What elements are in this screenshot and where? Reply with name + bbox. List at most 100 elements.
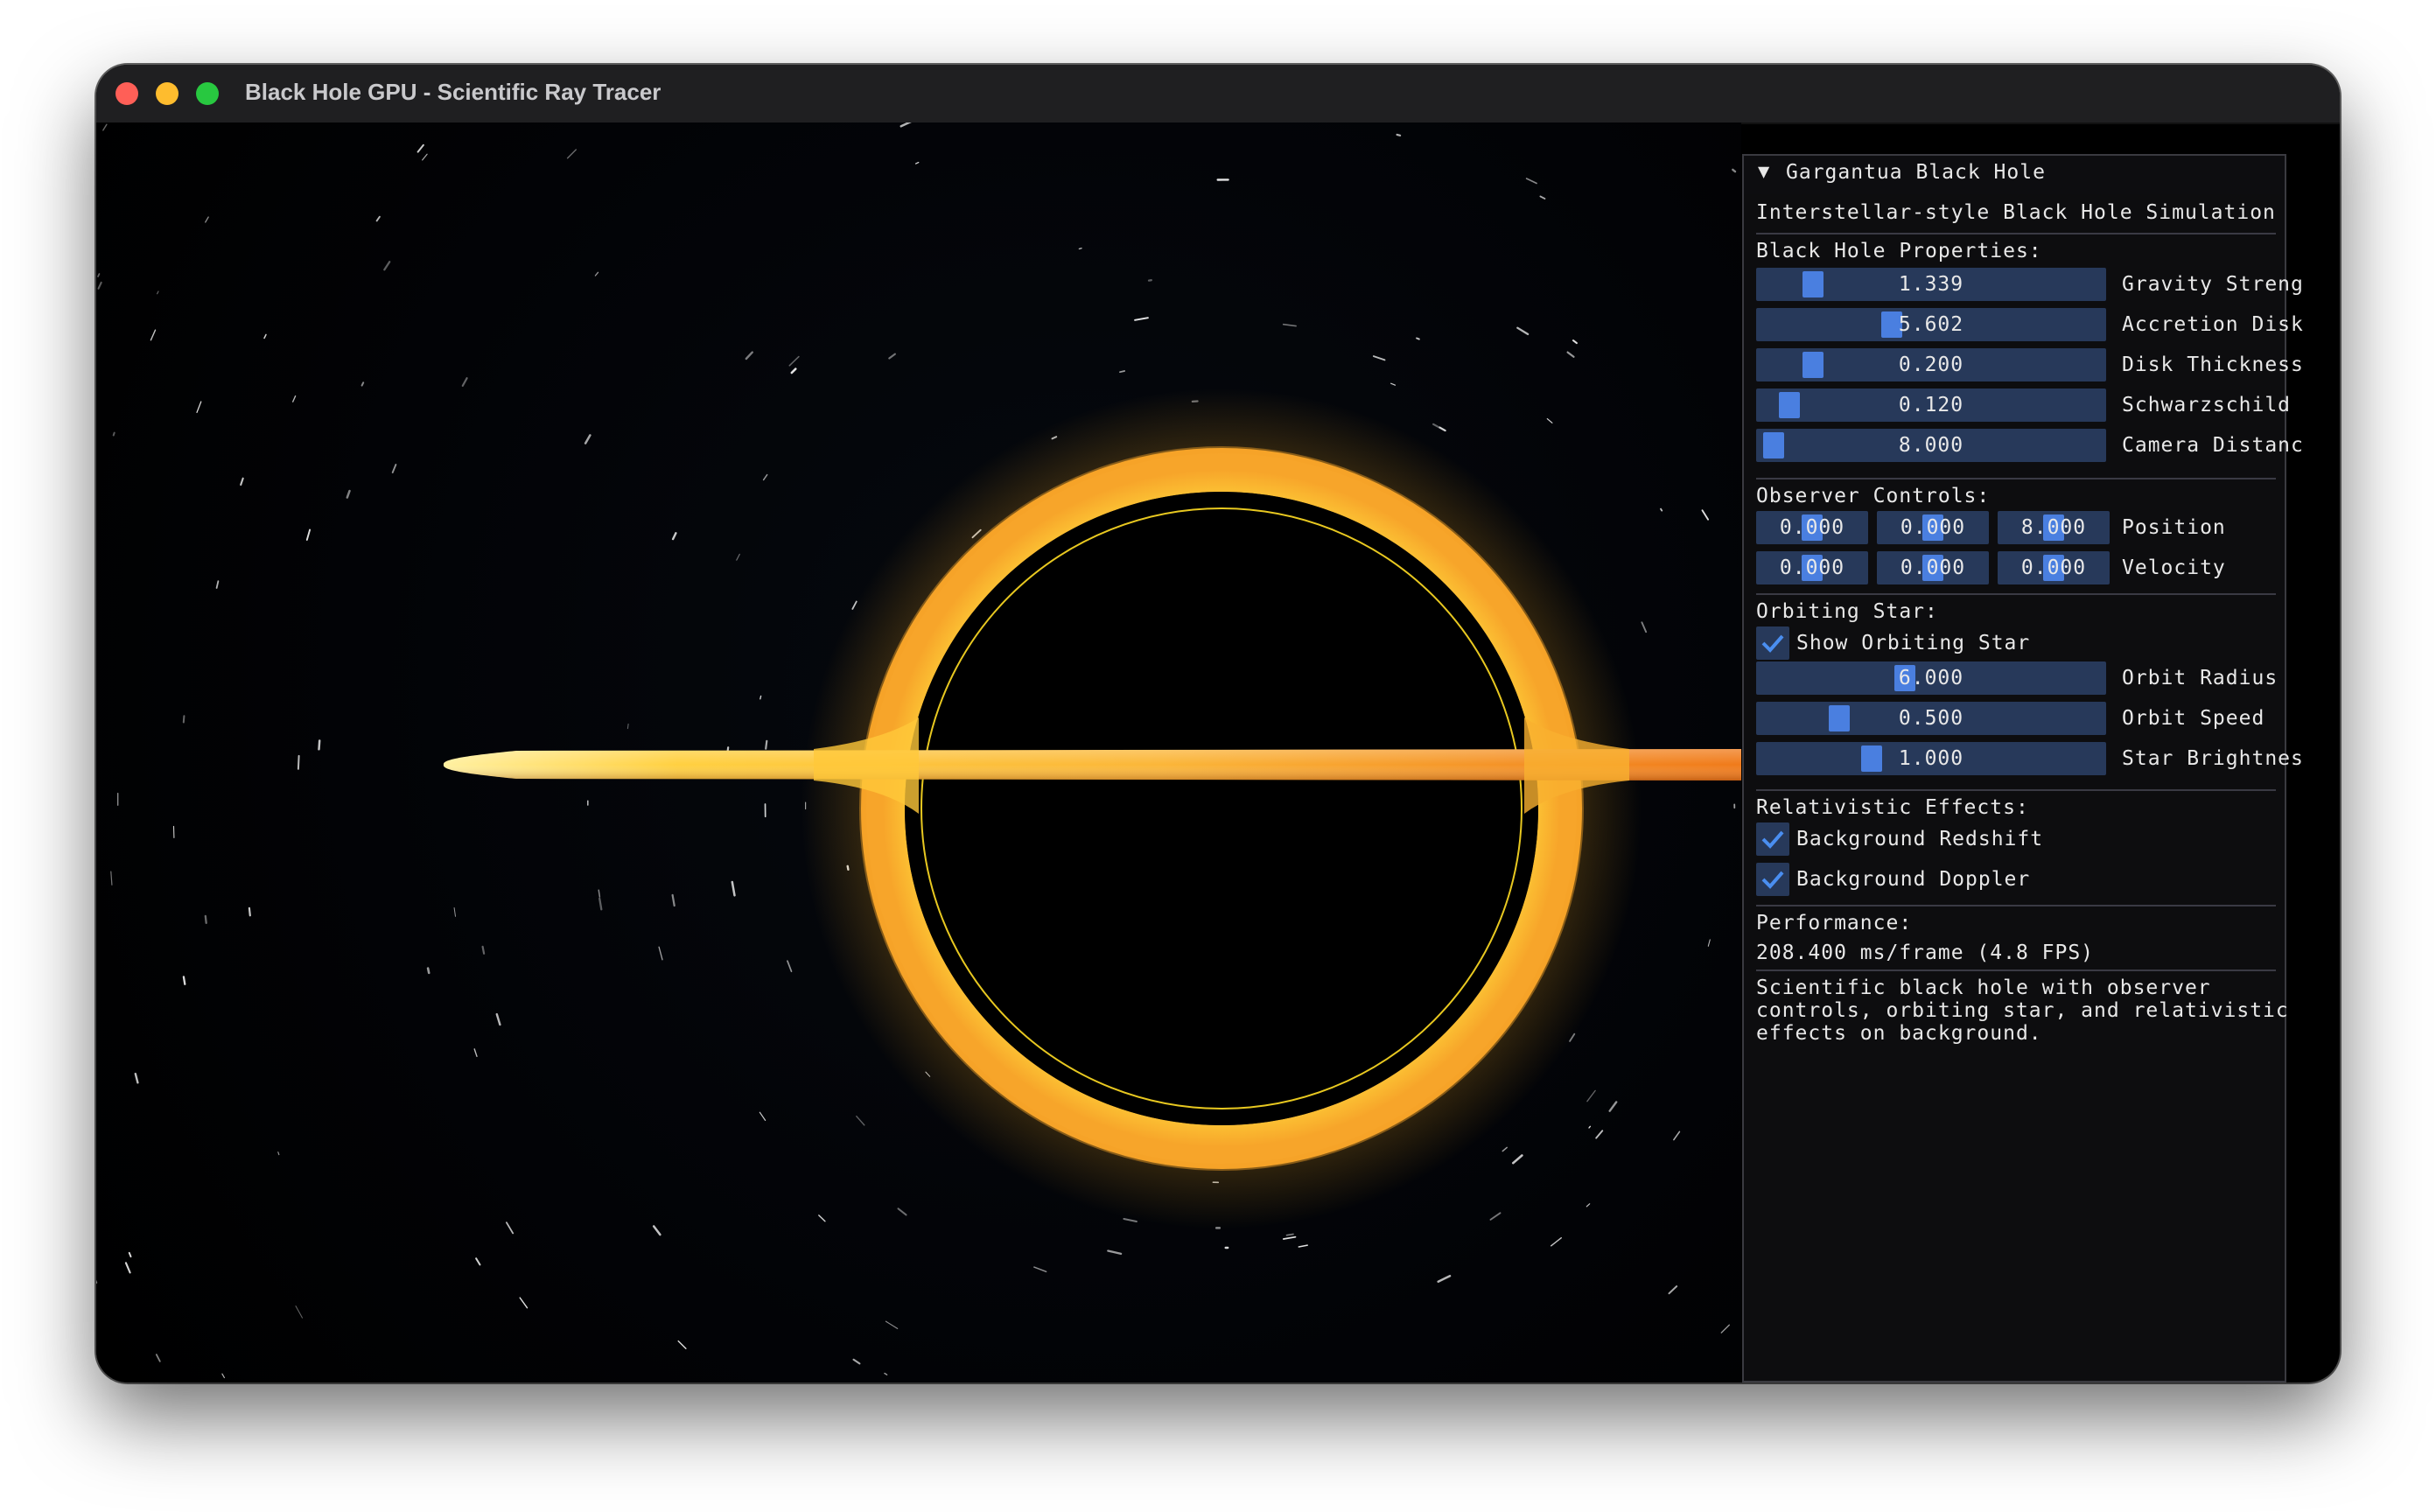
star — [422, 153, 428, 161]
property-2-slider[interactable]: 0.200 — [1756, 348, 2106, 382]
observer-row-label: Velocity — [2122, 556, 2226, 579]
star — [1372, 355, 1386, 361]
star — [1396, 133, 1402, 136]
star — [1546, 418, 1553, 424]
render-viewport[interactable] — [96, 122, 1741, 1382]
star — [128, 1251, 132, 1258]
slider-value: 1.339 — [1898, 273, 1964, 296]
observer-row-label: Position — [2122, 516, 2226, 539]
star — [416, 144, 424, 153]
slider-value: 6.000 — [1898, 667, 1964, 690]
observer-field[interactable]: 0.000 — [1998, 551, 2110, 584]
property-0-slider[interactable]: 1.339 — [1756, 268, 2106, 301]
star — [658, 946, 663, 961]
star — [375, 215, 381, 222]
observer-field[interactable]: 0.000 — [1756, 551, 1868, 584]
property-3-slider[interactable]: 0.120 — [1756, 388, 2106, 422]
property-1-slider[interactable]: 5.602 — [1756, 308, 2106, 341]
star — [1720, 1324, 1731, 1334]
property-4-slider[interactable]: 8.000 — [1756, 429, 2106, 462]
star — [856, 1115, 865, 1126]
property-0-label: Gravity Streng — [2122, 273, 2304, 296]
slider-value: 0.200 — [1898, 354, 1964, 376]
star — [383, 261, 391, 271]
star — [196, 401, 202, 413]
star — [598, 889, 601, 898]
star — [626, 723, 629, 730]
panel-header[interactable]: ▼ Gargantua Black Hole — [1744, 156, 2285, 194]
star — [914, 161, 920, 164]
observer-value: 0.000 — [1900, 516, 1966, 539]
star — [1586, 1089, 1596, 1102]
property-2-label: Disk Thickness — [2122, 354, 2304, 376]
checkmark-icon — [1761, 634, 1784, 653]
star — [426, 967, 430, 975]
star — [240, 477, 244, 486]
star — [1107, 1250, 1123, 1256]
star — [1298, 1244, 1308, 1248]
star — [1588, 1125, 1592, 1129]
collapse-arrow-icon[interactable]: ▼ — [1758, 161, 1770, 183]
star — [818, 1214, 826, 1222]
observer-field[interactable]: 0.000 — [1877, 551, 1989, 584]
star — [182, 715, 186, 724]
properties-heading: Black Hole Properties: — [1756, 240, 2042, 262]
show-star-label: Show Orbiting Star — [1796, 632, 2031, 654]
star-2-slider[interactable]: 1.000 — [1756, 742, 2106, 775]
divider — [1756, 970, 2276, 971]
star — [291, 395, 297, 402]
checkmark-icon — [1761, 830, 1784, 849]
star — [1285, 1233, 1294, 1236]
star-0-label: Orbit Radius — [2122, 667, 2278, 690]
star — [182, 976, 186, 985]
star — [112, 431, 116, 437]
star — [1586, 1203, 1591, 1208]
redshift-label: Background Redshift — [1796, 828, 2044, 850]
observer-field[interactable]: 8.000 — [1998, 511, 2110, 544]
star — [346, 489, 351, 499]
star — [1437, 1274, 1452, 1283]
title-bar[interactable]: Black Hole GPU - Scientific Ray Tracer — [96, 65, 2340, 124]
divider — [1756, 905, 2276, 906]
star — [760, 695, 762, 700]
doppler-checkbox[interactable] — [1756, 863, 1789, 896]
description-line: effects on background. — [1756, 1022, 2042, 1045]
star — [584, 434, 592, 444]
star — [1572, 340, 1578, 345]
star — [787, 960, 793, 973]
observer-field[interactable]: 0.000 — [1877, 511, 1989, 544]
slider-value: 1.000 — [1898, 747, 1964, 770]
star — [1134, 317, 1149, 321]
star — [519, 1297, 528, 1309]
star — [124, 1262, 131, 1274]
star — [1539, 195, 1546, 200]
star-0-slider[interactable]: 6.000 — [1756, 662, 2106, 695]
star — [1489, 1212, 1502, 1221]
star — [295, 1306, 304, 1319]
star — [155, 1354, 161, 1362]
effects-heading: Relativistic Effects: — [1756, 796, 2029, 819]
property-3-label: Schwarzschild — [2122, 394, 2292, 416]
observer-value: 0.000 — [1779, 556, 1845, 579]
star — [888, 353, 896, 360]
star — [1282, 323, 1297, 327]
control-panel: ▼ Gargantua Black Hole Interstellar-styl… — [1742, 154, 2303, 1382]
close-button[interactable] — [116, 82, 138, 105]
star — [1119, 370, 1126, 374]
star-1-label: Orbit Speed — [2122, 707, 2265, 730]
property-4-label: Camera Distanc — [2122, 434, 2304, 457]
star — [475, 1257, 481, 1266]
show-star-checkbox[interactable] — [1756, 626, 1789, 660]
observer-field[interactable]: 0.000 — [1756, 511, 1868, 544]
star — [134, 1072, 139, 1084]
star — [671, 893, 676, 907]
minimize-button[interactable] — [156, 82, 178, 105]
maximize-button[interactable] — [196, 82, 219, 105]
star — [1550, 1236, 1563, 1247]
panel-subtitle: Interstellar-style Black Hole Simulation — [1756, 201, 2276, 224]
star-1-slider[interactable]: 0.500 — [1756, 702, 2106, 735]
star — [1390, 382, 1396, 386]
star — [1033, 1266, 1047, 1273]
redshift-checkbox[interactable] — [1756, 822, 1789, 856]
star — [1701, 509, 1710, 521]
